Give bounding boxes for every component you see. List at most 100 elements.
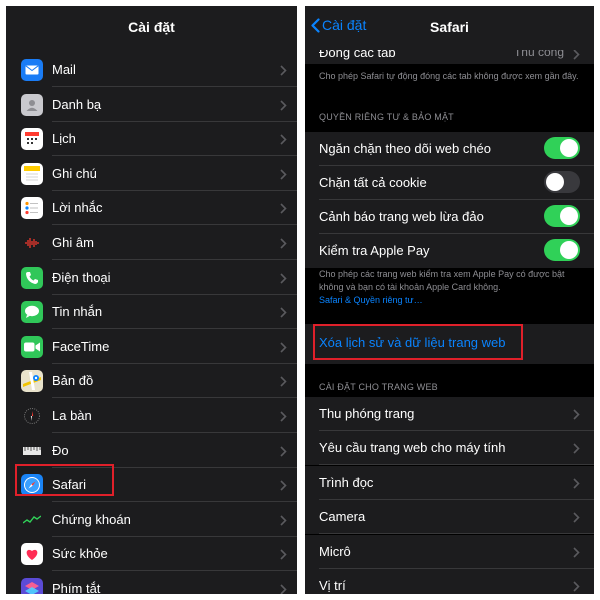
settings-item-ghi-âm[interactable]: Ghi âm (6, 226, 297, 260)
chevron-right-icon (280, 411, 287, 422)
settings-item-đo[interactable]: Đo (6, 434, 297, 468)
chevron-right-icon (573, 409, 580, 420)
toggle-label: Chặn tất cả cookie (319, 175, 427, 190)
compass-icon (21, 405, 43, 427)
toggle-label: Ngăn chặn theo dõi web chéo (319, 141, 492, 156)
settings-item-label: Lời nhắc (52, 200, 103, 216)
settings-item-facetime[interactable]: FaceTime (6, 330, 297, 364)
settings-item-bản-đồ[interactable]: Bản đồ (6, 364, 297, 399)
settings-item-ghi-chú[interactable]: Ghi chú (6, 157, 297, 191)
reminders-icon (21, 197, 43, 220)
settings-item-label: Mail (52, 62, 76, 77)
phone-icon (21, 266, 43, 289)
privacy-link[interactable]: Safari & Quyền riêng tư… (319, 295, 423, 305)
contacts-icon (21, 93, 43, 116)
calendar-icon (21, 128, 43, 151)
notes-icon (21, 162, 43, 185)
privacy-section-header: QUYỀN RIÊNG TƯ & BẢO MẬT (319, 112, 454, 122)
chevron-right-icon (280, 238, 287, 249)
toggle-knob (560, 139, 578, 157)
privacy-toggle-row: Chặn tất cả cookie (305, 166, 594, 200)
privacy-toggle-row: Kiểm tra Apple Pay (305, 234, 594, 268)
website-setting-label: Vị trí (319, 578, 346, 593)
chevron-right-icon (280, 549, 287, 560)
chevron-right-icon (573, 581, 580, 592)
chevron-right-icon (280, 376, 287, 387)
website-setting-row[interactable]: Thu phóng trang (305, 397, 594, 431)
settings-item-label: Ghi chú (52, 165, 97, 181)
settings-item-label: Chứng khoán (52, 511, 131, 527)
settings-item-mail[interactable]: Mail (6, 53, 297, 87)
settings-item-lời-nhắc[interactable]: Lời nhắc (6, 191, 297, 226)
toggle-switch[interactable] (544, 171, 580, 193)
settings-list: Mail Danh bạ Lịch Ghi chú Lời nhắc Ghi âm Điện… (6, 50, 297, 594)
website-setting-row[interactable]: Yêu cầu trang web cho máy tính (305, 431, 594, 466)
settings-item-lịch[interactable]: Lịch (6, 122, 297, 157)
settings-item-label: La bàn (52, 408, 92, 423)
website-setting-row[interactable]: Trình đọc (305, 465, 594, 500)
settings-item-label: Ghi âm (52, 235, 94, 250)
settings-item-chứng-khoán[interactable]: Chứng khoán (6, 503, 297, 537)
toggle-switch[interactable] (544, 205, 580, 227)
website-setting-label: Thu phóng trang (319, 406, 415, 421)
toggle-switch[interactable] (544, 239, 580, 261)
privacy-footer: Cho phép các trang web kiểm tra xem Appl… (319, 268, 582, 307)
chevron-right-icon (280, 307, 287, 318)
page-title: Cài đặt (128, 19, 175, 35)
chevron-right-icon (280, 134, 287, 145)
website-setting-row[interactable]: Camera (305, 500, 594, 535)
settings-item-tin-nhắn[interactable]: Tin nhắn (6, 295, 297, 330)
toggle-label: Cảnh báo trang web lừa đảo (319, 209, 484, 224)
chevron-right-icon (280, 446, 287, 457)
chevron-right-icon (280, 169, 287, 180)
website-setting-row[interactable]: Vị trí (305, 569, 594, 594)
stocks-icon (21, 508, 43, 531)
website-setting-label: Yêu cầu trang web cho máy tính (319, 440, 506, 456)
chevron-right-icon (280, 100, 287, 111)
chevron-right-icon (280, 273, 287, 284)
toggle-label: Kiểm tra Apple Pay (319, 243, 430, 258)
privacy-footer-text: Cho phép các trang web kiểm tra xem Appl… (319, 269, 565, 292)
settings-item-label: Danh bạ (52, 96, 102, 112)
settings-item-label: Sức khỏe (52, 546, 108, 562)
chevron-right-icon (280, 65, 287, 76)
settings-item-label: FaceTime (52, 338, 110, 354)
page-title: Safari (430, 19, 469, 35)
toggle-knob (546, 173, 564, 191)
toggle-knob (560, 241, 578, 259)
chevron-right-icon (280, 203, 287, 214)
chevron-right-icon (280, 480, 287, 491)
website-setting-label: Micrô (319, 543, 351, 559)
settings-navbar: Cài đặt (6, 6, 297, 50)
privacy-toggle-row: Ngăn chặn theo dõi web chéo (305, 132, 594, 166)
settings-panel: Cài đặt Mail Danh bạ Lịch Ghi chú Lời nhắc Gh… (6, 6, 297, 594)
toggle-switch[interactable] (544, 137, 580, 159)
website-setting-label: Camera (319, 509, 366, 525)
chevron-right-icon (573, 478, 580, 489)
health-icon (21, 543, 43, 566)
settings-item-label: Lịch (52, 131, 76, 147)
settings-item-điện-thoại[interactable]: Điện thoại (6, 261, 297, 295)
safari-highlight-box (15, 464, 114, 496)
settings-item-label: Đo (52, 442, 69, 458)
chevron-right-icon (280, 342, 287, 353)
website-settings-header: CÀI ĐẶT CHO TRANG WEB (319, 382, 438, 392)
settings-item-label: Phím tắt (52, 581, 101, 594)
privacy-toggle-row: Cảnh báo trang web lừa đảo (305, 200, 594, 234)
website-setting-label: Trình đọc (319, 474, 374, 490)
chevron-right-icon (280, 584, 287, 594)
settings-item-danh-bạ[interactable]: Danh bạ (6, 88, 297, 122)
website-setting-row[interactable]: Micrô (305, 534, 594, 569)
chevron-right-icon (573, 49, 580, 60)
mail-icon (21, 59, 43, 81)
settings-item-phím-tắt[interactable]: Phím tắt (6, 572, 297, 594)
settings-item-sức-khỏe[interactable]: Sức khỏe (6, 537, 297, 572)
voice-memos-icon (21, 232, 43, 254)
chevron-right-icon (573, 547, 580, 558)
settings-item-label: Bản đồ (52, 373, 94, 389)
settings-item-la-bàn[interactable]: La bàn (6, 399, 297, 433)
chevron-right-icon (280, 515, 287, 526)
safari-settings-list: Đóng các tab Thủ công Cho phép Safari tự… (305, 6, 594, 594)
safari-navbar: Cài đặt Safari (305, 6, 594, 50)
chevron-right-icon (573, 512, 580, 523)
